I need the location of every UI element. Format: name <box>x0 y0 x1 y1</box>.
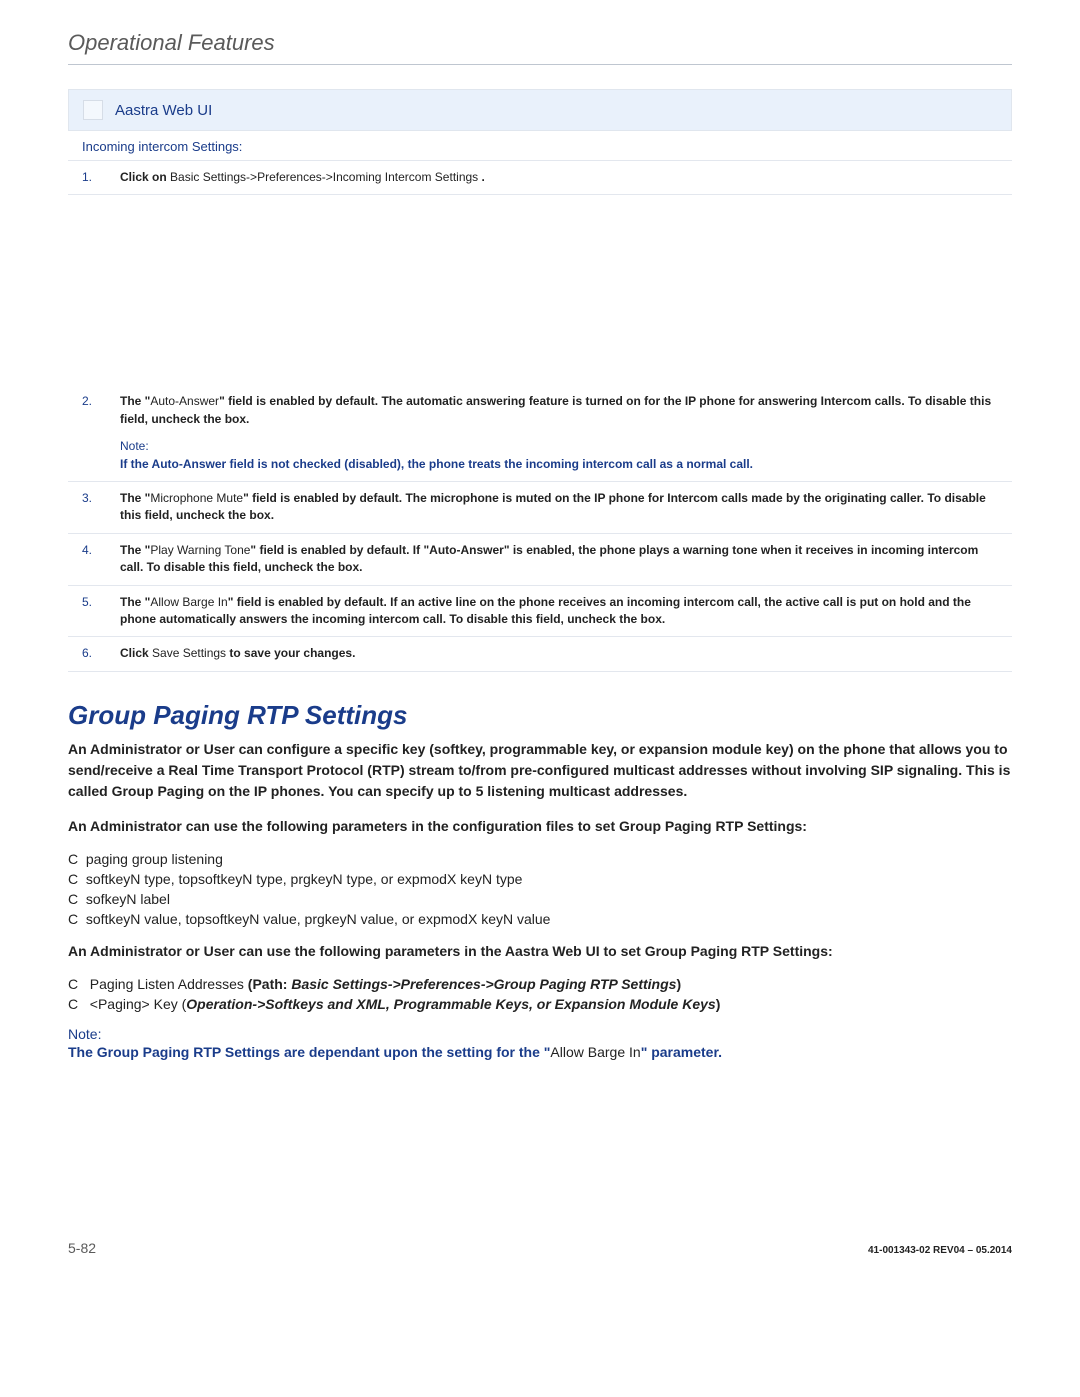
step-text: The "Auto-Answer" field is enabled by de… <box>120 394 991 425</box>
step-body: The "Auto-Answer" field is enabled by de… <box>120 393 998 473</box>
section-heading: Group Paging RTP Settings <box>68 700 1012 731</box>
step-body: Click Save Settings to save your changes… <box>120 645 998 662</box>
step-row: 6. Click Save Settings to save your chan… <box>68 637 1012 671</box>
step-number: 6. <box>82 645 100 662</box>
figure-placeholder <box>68 195 1012 385</box>
panel-title: Aastra Web UI <box>115 102 212 119</box>
panel-icon <box>83 100 103 120</box>
step-number: 1. <box>82 169 100 186</box>
note-mid: Allow Barge In <box>550 1044 640 1060</box>
note-part1: The Group Paging RTP Settings are depend… <box>68 1044 550 1060</box>
step-row: 3. The "Microphone Mute" field is enable… <box>68 482 1012 534</box>
step-row: 1. Click on Basic Settings->Preferences-… <box>68 161 1012 195</box>
note-text: If the Auto-Answer field is not checked … <box>120 456 998 473</box>
list-item: sofkeyN label <box>68 891 1012 907</box>
list-item: softkeyN type, topsoftkeyN type, prgkeyN… <box>68 871 1012 887</box>
step-number: 2. <box>82 393 100 473</box>
item-pre: <Paging> Key ( <box>90 996 187 1012</box>
bullet-list: paging group listening softkeyN type, to… <box>68 851 1012 927</box>
paragraph: An Administrator or User can use the fol… <box>68 941 1012 962</box>
item-label: (Path: <box>248 976 292 992</box>
step-body: Click on Basic Settings->Preferences->In… <box>120 169 998 186</box>
item-path: Operation->Softkeys and XML, Programmabl… <box>186 996 715 1012</box>
step-number: 4. <box>82 542 100 577</box>
list-item: paging group listening <box>68 851 1012 867</box>
note-part2: " parameter. <box>641 1044 722 1060</box>
item-post: ) <box>716 996 721 1012</box>
step-body: The "Allow Barge In" field is enabled by… <box>120 594 998 629</box>
panel-header: Aastra Web UI <box>68 89 1012 131</box>
panel-subhead: Incoming intercom Settings: <box>68 131 1012 161</box>
step-body: The "Microphone Mute" field is enabled b… <box>120 490 998 525</box>
document-page: Operational Features Aastra Web UI Incom… <box>0 0 1080 1296</box>
page-number: 5-82 <box>68 1240 96 1256</box>
steps-table: 1. Click on Basic Settings->Preferences-… <box>68 161 1012 672</box>
paragraph: An Administrator or User can configure a… <box>68 739 1012 802</box>
step-row: 4. The "Play Warning Tone" field is enab… <box>68 534 1012 586</box>
list-item: <Paging> Key (Operation->Softkeys and XM… <box>68 996 1012 1012</box>
step-row: 5. The "Allow Barge In" field is enabled… <box>68 586 1012 638</box>
header-rule <box>68 64 1012 65</box>
paragraph: An Administrator can use the following p… <box>68 816 1012 837</box>
page-footer: 5-82 41-001343-02 REV04 – 05.2014 <box>68 1240 1012 1256</box>
list-item: softkeyN value, topsoftkeyN value, prgke… <box>68 911 1012 927</box>
bullet-list: Paging Listen Addresses (Path: Basic Set… <box>68 976 1012 1012</box>
step-number: 3. <box>82 490 100 525</box>
note-text: The Group Paging RTP Settings are depend… <box>68 1044 1012 1060</box>
list-item: Paging Listen Addresses (Path: Basic Set… <box>68 976 1012 992</box>
item-path: Basic Settings->Preferences->Group Pagin… <box>291 976 676 992</box>
step-body: The "Play Warning Tone" field is enabled… <box>120 542 998 577</box>
doc-id: 41-001343-02 REV04 – 05.2014 <box>868 1245 1012 1256</box>
page-header-title: Operational Features <box>68 30 1012 56</box>
item-pre: Paging Listen Addresses <box>90 976 248 992</box>
note-label: Note: <box>120 438 998 455</box>
step-number: 5. <box>82 594 100 629</box>
item-post: ) <box>676 976 681 992</box>
note-label: Note: <box>68 1026 1012 1042</box>
step-row: 2. The "Auto-Answer" field is enabled by… <box>68 385 1012 482</box>
